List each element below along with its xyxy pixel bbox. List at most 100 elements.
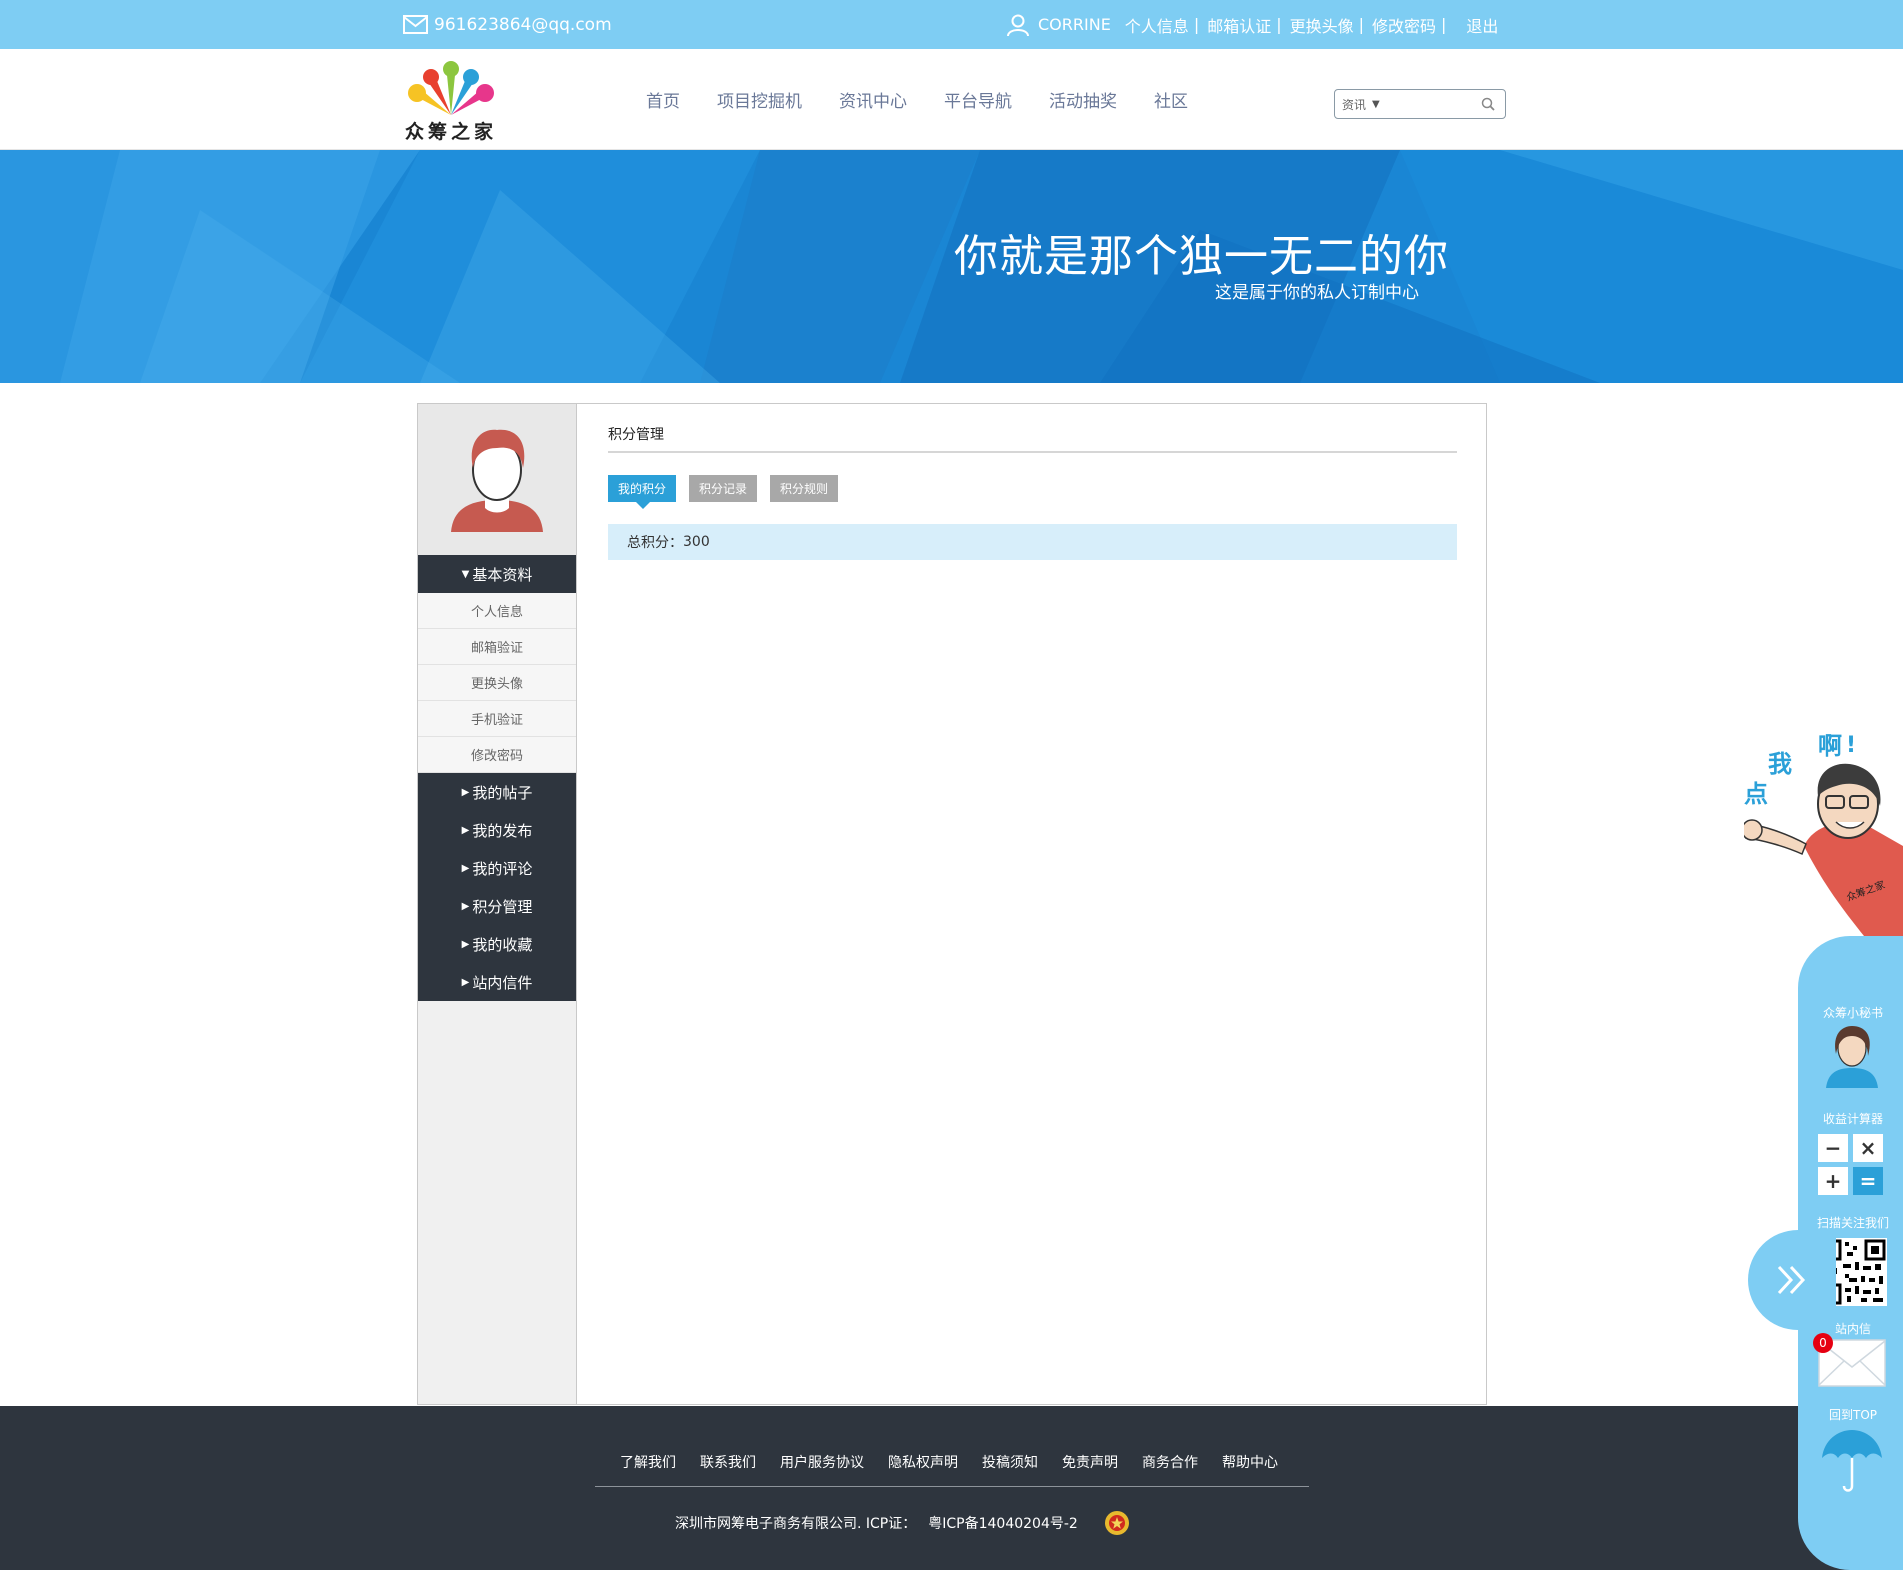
contact-email: 961623864@qq.com — [403, 0, 612, 49]
nav-news-center[interactable]: 资讯中心 — [839, 87, 907, 112]
sidebar-item-change-avatar[interactable]: 更换头像 — [418, 665, 576, 701]
caret-right-icon: ▶ — [461, 862, 470, 874]
sidebar-item-email-verify[interactable]: 邮箱验证 — [418, 629, 576, 665]
footer-link-privacy[interactable]: 隐私权声明 — [888, 1452, 958, 1472]
police-badge-icon[interactable] — [1104, 1510, 1130, 1536]
hero-banner: 你就是那个独一无二的你 这是属于你的私人订制中心 — [0, 150, 1903, 383]
sidebar-item-phone-verify[interactable]: 手机验证 — [418, 701, 576, 737]
sidebar-group-label: 我的评论 — [472, 859, 533, 878]
caret-down-icon: ▼ — [461, 568, 470, 580]
tab-points-rules[interactable]: 积分规则 — [770, 475, 839, 502]
tab-my-points[interactable]: 我的积分 — [608, 475, 677, 509]
banner-subtitle: 这是属于你的私人订制中心 — [1215, 283, 1419, 303]
inbox-button[interactable]: 0 — [1813, 1333, 1886, 1387]
footer-divider — [595, 1486, 1309, 1487]
caret-right-icon: ▶ — [461, 900, 470, 912]
logout-link[interactable]: 退出 — [1466, 13, 1498, 37]
sidebar-group-label: 基本资料 — [472, 565, 533, 584]
mascot-word: 点 — [1744, 780, 1768, 808]
double-chevron-right-icon — [1777, 1265, 1806, 1295]
link-profile[interactable]: 个人信息 — [1125, 13, 1189, 37]
footer-copyright: 深圳市网筹电子商务有限公司. ICP证： 粤ICP备14040204号-2 — [675, 1510, 1130, 1536]
footer-link-contact[interactable]: 联系我们 — [700, 1452, 756, 1472]
page-title: 积分管理 — [608, 427, 664, 443]
sidebar-group-favorites[interactable]: ▶ 我的收藏 — [418, 925, 576, 963]
umbrella-icon[interactable] — [1820, 1428, 1884, 1494]
main-nav: 首页 项目挖掘机 资讯中心 平台导航 活动抽奖 社区 — [646, 49, 1225, 149]
nav-community[interactable]: 社区 — [1154, 87, 1188, 112]
secretary-label: 众筹小秘书 — [1822, 1006, 1883, 1020]
main-content: 积分管理 我的积分 积分记录 积分规则 总积分： 300 — [578, 404, 1486, 1404]
total-points-label: 总积分： — [627, 535, 683, 551]
footer-link-about[interactable]: 了解我们 — [620, 1452, 676, 1472]
sidebar-item-profile[interactable]: 个人信息 — [418, 593, 576, 629]
chevron-down-icon: ▼ — [1372, 98, 1380, 110]
header: 众筹之家 首页 项目挖掘机 资讯中心 平台导航 活动抽奖 社区 资讯 ▼ — [0, 49, 1903, 150]
mascot-figure[interactable]: 我 点 啊 ! 众筹之家 — [1741, 726, 1903, 936]
footer-link-business[interactable]: 商务合作 — [1142, 1452, 1198, 1472]
site-logo[interactable]: 众筹之家 — [403, 57, 503, 143]
footer-links: 了解我们 联系我们 用户服务协议 隐私权声明 投稿须知 免责声明 商务合作 帮助… — [620, 1452, 1302, 1472]
tab-points-history[interactable]: 积分记录 — [689, 475, 758, 502]
multiply-key[interactable]: × — [1853, 1134, 1883, 1162]
equals-key[interactable]: = — [1853, 1167, 1883, 1195]
mascot-word: 我 — [1768, 750, 1792, 778]
top-bar: 961623864@qq.com CORRINE 个人信息 | 邮箱认证 | 更换头… — [0, 0, 1903, 49]
copyright-text: 深圳市网筹电子商务有限公司. ICP证： — [675, 1516, 917, 1532]
nav-project-miner[interactable]: 项目挖掘机 — [717, 87, 802, 112]
mail-icon — [403, 15, 428, 34]
logo-mark-icon — [408, 61, 494, 115]
nav-lottery[interactable]: 活动抽奖 — [1049, 87, 1117, 112]
separator: | — [1276, 15, 1282, 34]
sidebar-item-change-password[interactable]: 修改密码 — [418, 737, 576, 773]
points-tabs: 我的积分 积分记录 积分规则 — [608, 475, 851, 509]
email-text: 961623864@qq.com — [434, 14, 612, 35]
title-divider — [608, 451, 1457, 453]
banner-title: 你就是那个独一无二的你 — [954, 231, 1449, 282]
calculator[interactable]: − × + = — [1818, 1134, 1884, 1195]
mascot-word: 啊 — [1818, 732, 1842, 760]
search-input[interactable] — [1390, 92, 1478, 116]
plus-key[interactable]: + — [1818, 1167, 1848, 1195]
link-change-password[interactable]: 修改密码 — [1372, 13, 1436, 37]
sidebar-group-messages[interactable]: ▶ 站内信件 — [418, 963, 576, 1001]
collapse-widget-button[interactable] — [1748, 1230, 1836, 1330]
avatar-icon — [451, 429, 543, 532]
sidebar-group-basic[interactable]: ▼ 基本资料 — [418, 555, 576, 593]
user-bar: CORRINE 个人信息 | 邮箱认证 | 更换头像 | 修改密码 | 退出 — [1006, 0, 1503, 49]
user-center-panel: ▼ 基本资料 个人信息 邮箱验证 更换头像 手机验证 修改密码 ▶ 我的帖子 ▶ 我… — [417, 403, 1487, 1405]
sidebar-group-points[interactable]: ▶ 积分管理 — [418, 887, 576, 925]
secretary-avatar-icon[interactable] — [1824, 1024, 1880, 1088]
nav-home[interactable]: 首页 — [646, 87, 680, 112]
banner-background — [0, 150, 1903, 383]
sidebar: ▼ 基本资料 个人信息 邮箱验证 更换头像 手机验证 修改密码 ▶ 我的帖子 ▶ 我… — [418, 404, 577, 1404]
calculator-label: 收益计算器 — [1822, 1112, 1883, 1126]
sidebar-group-my-publish[interactable]: ▶ 我的发布 — [418, 811, 576, 849]
separator: | — [1193, 15, 1200, 34]
footer-link-agreement[interactable]: 用户服务协议 — [780, 1452, 864, 1472]
sidebar-group-my-posts[interactable]: ▶ 我的帖子 — [418, 773, 576, 811]
search-category-select[interactable]: 资讯 ▼ — [1335, 96, 1390, 113]
search-icon[interactable] — [1481, 97, 1495, 111]
back-top-label: 回到TOP — [1828, 1408, 1877, 1422]
footer-link-submission[interactable]: 投稿须知 — [982, 1452, 1038, 1472]
sidebar-group-my-comments[interactable]: ▶ 我的评论 — [418, 849, 576, 887]
footer-link-disclaimer[interactable]: 免责声明 — [1062, 1452, 1118, 1472]
sidebar-group-label: 我的发布 — [472, 821, 533, 840]
avatar[interactable] — [418, 404, 576, 555]
sidebar-group-label: 积分管理 — [472, 897, 533, 916]
nav-platform-guide[interactable]: 平台导航 — [944, 87, 1012, 112]
search-category-label: 资讯 — [1342, 97, 1367, 112]
minus-key[interactable]: − — [1818, 1134, 1848, 1162]
footer: 了解我们 联系我们 用户服务协议 隐私权声明 投稿须知 免责声明 商务合作 帮助… — [0, 1406, 1903, 1570]
mascot-character-icon: 我 点 啊 ! 众筹之家 — [1741, 732, 1903, 936]
icp-number: 粤ICP备14040204号-2 — [928, 1516, 1078, 1532]
link-email-verify[interactable]: 邮箱认证 — [1207, 13, 1271, 37]
caret-right-icon: ▶ — [461, 786, 470, 798]
footer-link-help[interactable]: 帮助中心 — [1222, 1452, 1278, 1472]
total-points-bar: 总积分： 300 — [608, 524, 1457, 560]
total-points-value: 300 — [683, 534, 710, 550]
username[interactable]: CORRINE — [1038, 15, 1111, 34]
link-change-avatar[interactable]: 更换头像 — [1290, 13, 1354, 37]
caret-right-icon: ▶ — [461, 824, 470, 836]
